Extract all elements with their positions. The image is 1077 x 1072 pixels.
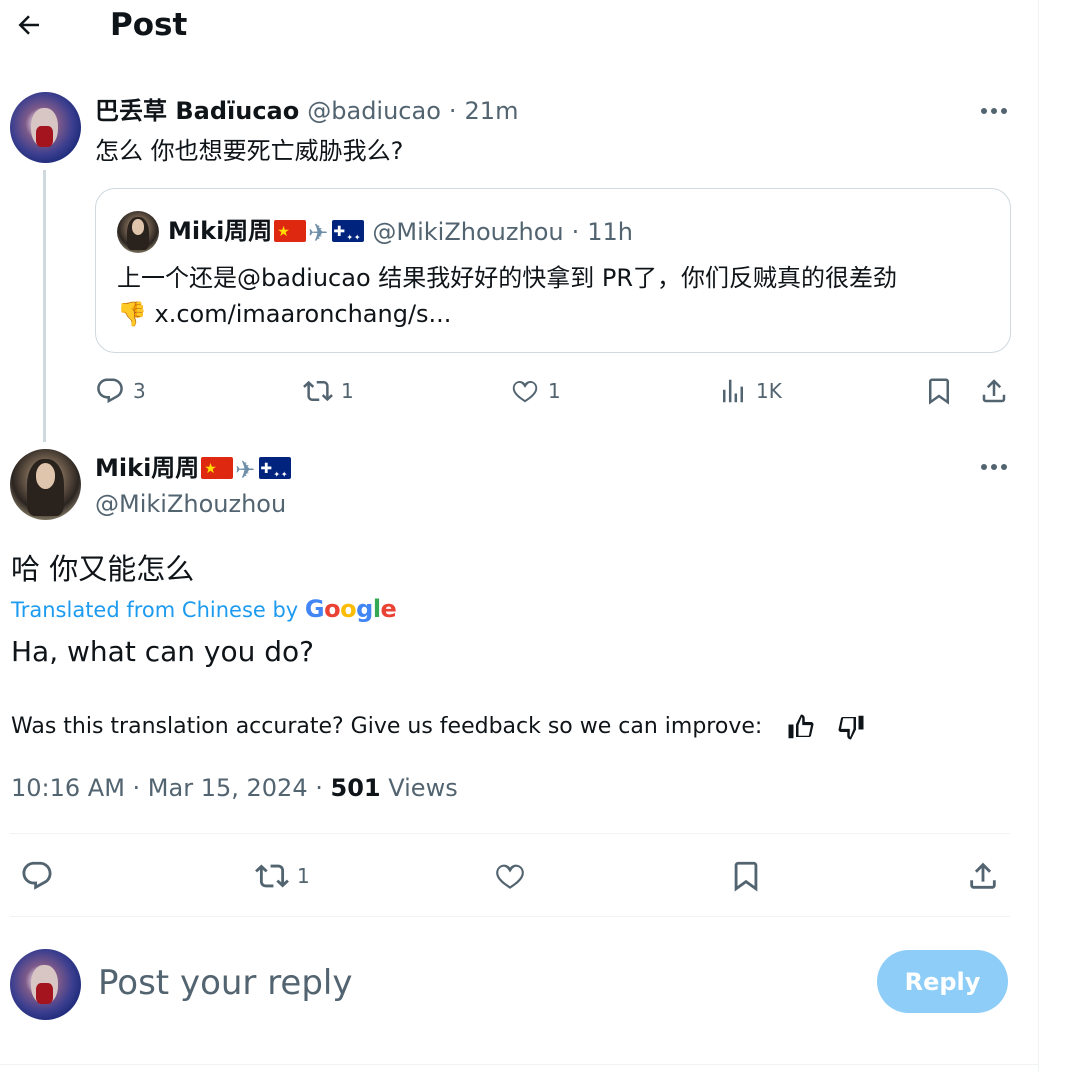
reply-button[interactable]: Reply xyxy=(877,950,1008,1013)
bookmark-button[interactable] xyxy=(924,376,954,406)
reply-count: 3 xyxy=(133,379,146,403)
like-count: 1 xyxy=(548,379,561,403)
repost-icon xyxy=(303,380,333,402)
post-text: 哈 你又能怎么 xyxy=(11,552,195,586)
reply-button[interactable]: 3 xyxy=(95,376,146,406)
column-border xyxy=(1038,0,1039,1072)
avatar[interactable] xyxy=(10,92,81,163)
author-handle[interactable]: @badiucao xyxy=(307,96,441,126)
like-icon xyxy=(496,864,524,889)
more-icon[interactable] xyxy=(977,96,1011,126)
views-count: 501 xyxy=(330,774,381,802)
separator: · xyxy=(448,97,457,125)
plane-icon: ✈ xyxy=(235,456,256,484)
avatar xyxy=(117,211,159,253)
share-button[interactable] xyxy=(966,859,1000,893)
author-handle: @MikiZhouzhou xyxy=(372,218,564,246)
views-icon xyxy=(723,379,743,403)
repost-button[interactable]: 1 xyxy=(255,859,310,893)
avatar[interactable] xyxy=(10,449,81,520)
divider xyxy=(10,916,1010,917)
share-icon xyxy=(982,379,1006,403)
author-name[interactable]: 巴丢草 Badїucao xyxy=(95,96,299,126)
post-time: 11h xyxy=(587,218,633,246)
feedback-text: Was this translation accurate? Give us f… xyxy=(11,714,763,739)
plane-icon: ✈ xyxy=(308,219,329,247)
page-title: Post xyxy=(110,7,188,43)
post-header: 巴丢草 Badїucao @badiucao · 21m xyxy=(95,96,518,126)
reply-button[interactable] xyxy=(20,859,54,893)
like-icon xyxy=(512,380,538,403)
like-button[interactable] xyxy=(493,859,527,893)
post-timestamp[interactable]: 10:16 AM · Mar 15, 2024 · xyxy=(11,774,323,802)
reply-input[interactable]: Post your reply xyxy=(98,962,353,1004)
separator: · xyxy=(571,218,580,246)
back-arrow-icon[interactable] xyxy=(14,10,44,40)
translation-text: Ha, what can you do? xyxy=(11,635,315,668)
divider xyxy=(0,1064,1038,1065)
quote-header: Miki周周 ✈ @MikiZhouzhou · 11h xyxy=(168,216,633,248)
author-handle[interactable]: @MikiZhouzhou xyxy=(95,489,286,519)
thumbs-down-emoji: 👎 xyxy=(117,300,147,328)
author-name: Miki周周 xyxy=(95,454,200,482)
google-logo: Google xyxy=(304,595,397,623)
bookmark-icon xyxy=(929,378,949,405)
translated-label[interactable]: Translated from Chinese by Google xyxy=(11,594,397,625)
quote-text: 上一个还是@badiucao 结果我好好的快拿到 PR了，你们反贼真的很差劲 xyxy=(117,264,898,292)
share-icon xyxy=(970,862,996,889)
thread-line xyxy=(43,170,46,442)
bookmark-button[interactable] xyxy=(729,859,763,893)
more-icon[interactable] xyxy=(977,452,1011,482)
post-text: 怎么 你也想要死亡威胁我么? xyxy=(95,137,404,165)
thumbs-down-icon[interactable] xyxy=(836,712,868,742)
cn-flag-icon xyxy=(274,220,307,242)
reply-icon xyxy=(97,378,123,404)
author-name: Miki周周 xyxy=(168,217,273,245)
views-button[interactable]: 1K xyxy=(718,376,782,406)
bookmark-icon xyxy=(734,861,758,892)
reply-icon xyxy=(22,861,52,890)
quoted-post[interactable]: Miki周周 ✈ @MikiZhouzhou · 11h 上一个还是@badiuc… xyxy=(95,188,1011,353)
like-button[interactable]: 1 xyxy=(510,376,561,406)
au-flag-icon xyxy=(332,220,365,242)
views-label: Views xyxy=(388,774,458,802)
cn-flag-icon xyxy=(201,457,234,479)
repost-button[interactable]: 1 xyxy=(303,376,354,406)
share-button[interactable] xyxy=(979,376,1009,406)
post-time[interactable]: 21m xyxy=(465,96,519,126)
repost-count: 1 xyxy=(297,864,310,888)
divider xyxy=(10,833,1010,834)
au-flag-icon xyxy=(259,457,292,479)
quote-link: x.com/imaaronchang/s... xyxy=(154,300,452,328)
avatar xyxy=(10,949,81,1020)
thumbs-up-icon[interactable] xyxy=(786,712,818,742)
repost-icon xyxy=(255,864,289,888)
repost-count: 1 xyxy=(341,379,354,403)
author-name-row[interactable]: Miki周周 ✈ xyxy=(95,453,292,485)
quote-text-line2: 👎 x.com/imaaronchang/s... xyxy=(117,296,451,332)
views-count: 1K xyxy=(756,379,782,403)
post-timestamp-row: 10:16 AM · Mar 15, 2024 · 501 Views xyxy=(11,772,458,804)
